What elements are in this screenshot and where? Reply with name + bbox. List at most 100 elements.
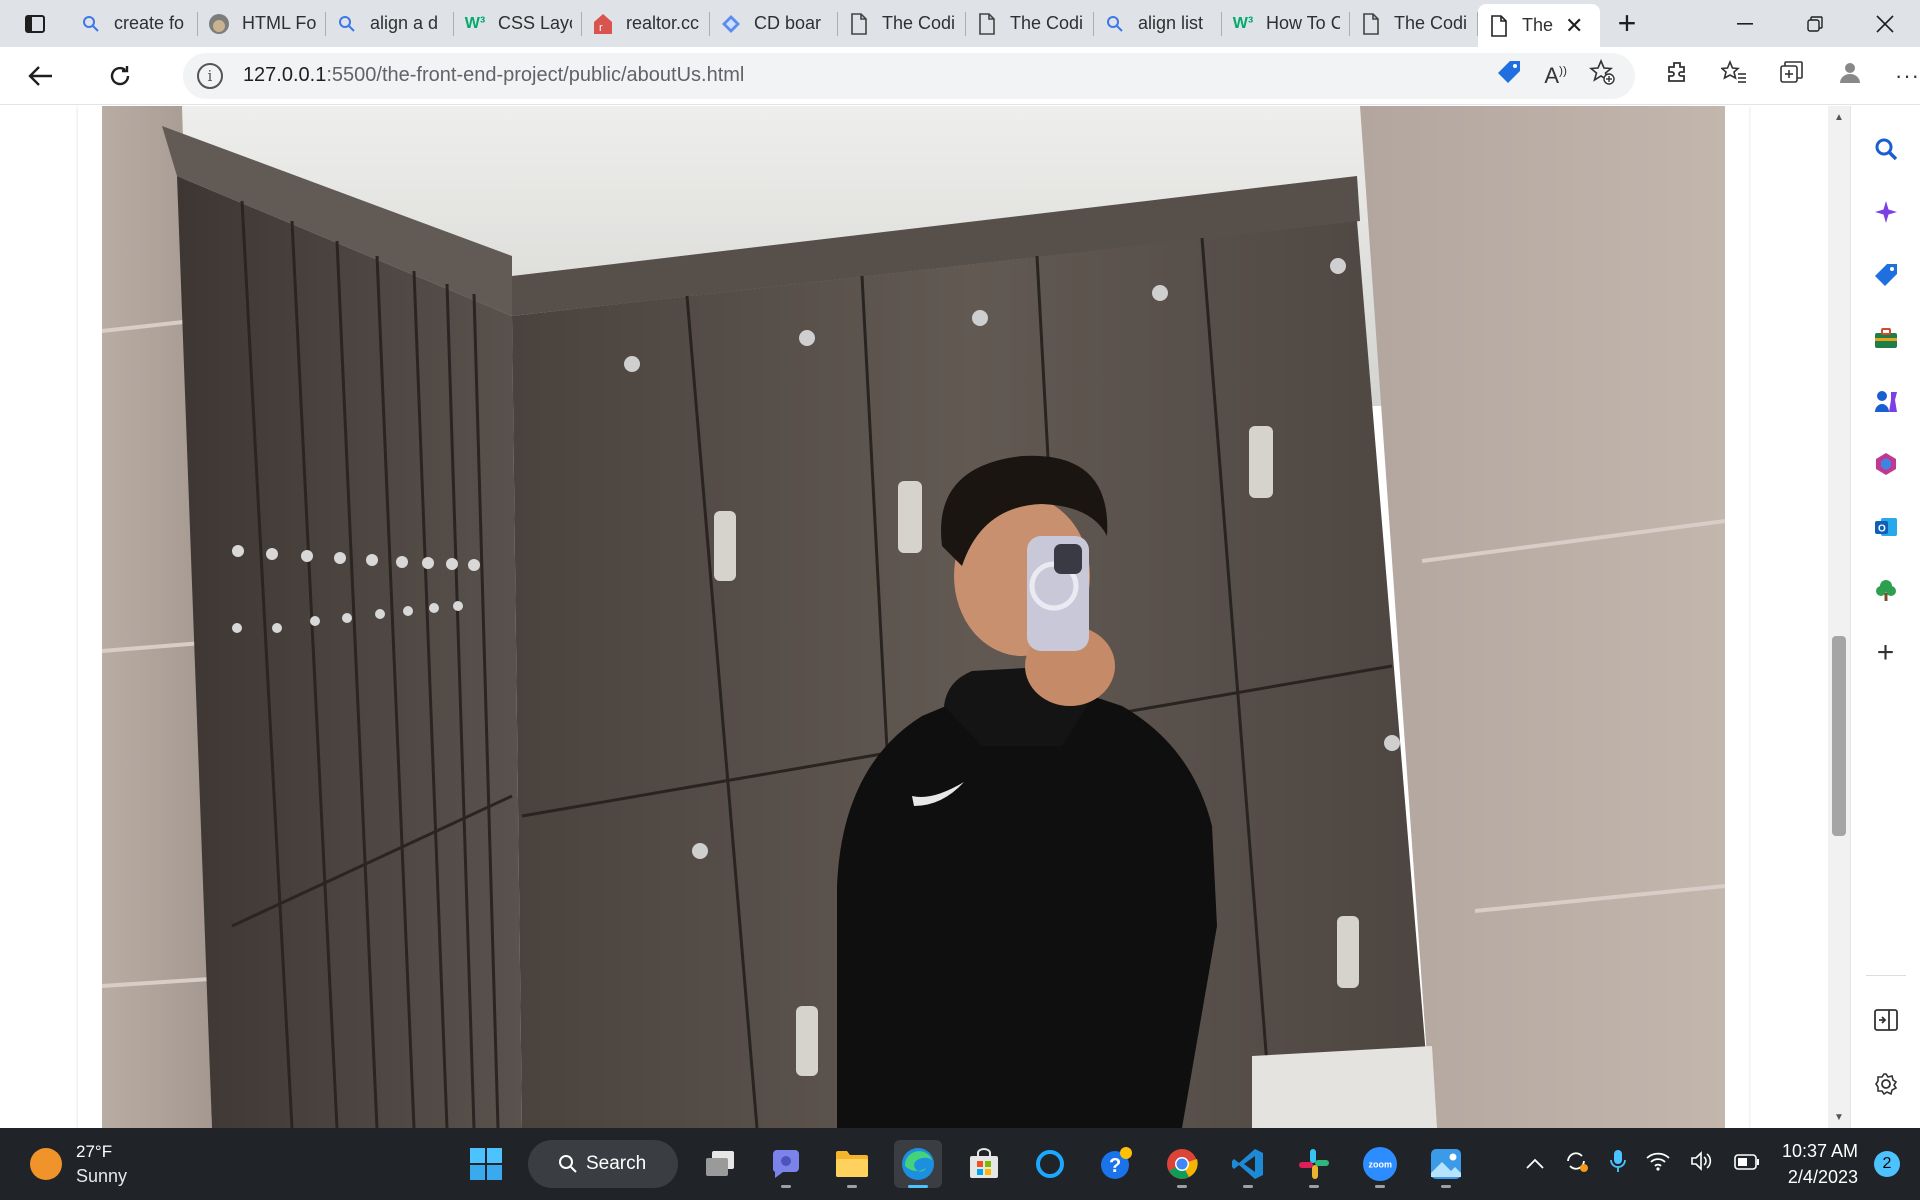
- task-view-icon: [706, 1151, 734, 1176]
- page-scrollbar[interactable]: ▲ ▼: [1828, 106, 1850, 1128]
- system-tray: 10:37 AM 2/4/2023 2: [1526, 1128, 1920, 1200]
- microphone-icon[interactable]: [1610, 1149, 1626, 1179]
- tree-icon[interactable]: [1866, 570, 1906, 610]
- store-icon: [970, 1148, 998, 1178]
- page-icon: [848, 12, 870, 35]
- browser-toolbar: i 127.0.0.1:5500/the-front-end-project/p…: [0, 47, 1920, 105]
- teams-chat-button[interactable]: [762, 1140, 810, 1188]
- tab-align-list[interactable]: align list: [1094, 0, 1222, 47]
- restore-button[interactable]: [1780, 0, 1850, 47]
- slack-button[interactable]: [1290, 1140, 1338, 1188]
- minimize-button[interactable]: [1710, 0, 1780, 47]
- tab-the-coding-2[interactable]: The Codi: [966, 0, 1094, 47]
- tab-realtor[interactable]: r realtor.cc: [582, 0, 710, 47]
- tab-cd-board[interactable]: CD boar: [710, 0, 838, 47]
- tab-label: create fo: [114, 13, 185, 33]
- tab-align-div[interactable]: align a d: [326, 0, 454, 47]
- tab-the-coding-3[interactable]: The Codi: [1350, 0, 1478, 47]
- microsoft-store-button[interactable]: [960, 1140, 1008, 1188]
- folder-icon: [836, 1151, 868, 1177]
- sidebar-settings-icon[interactable]: [1866, 1064, 1906, 1104]
- games-icon[interactable]: [1866, 381, 1906, 421]
- wifi-icon[interactable]: [1646, 1151, 1670, 1177]
- svg-text:r: r: [599, 22, 603, 34]
- zoom-button[interactable]: zoom: [1356, 1140, 1404, 1188]
- tab-how-to[interactable]: W³ How To C: [1222, 0, 1350, 47]
- clock-date: 2/4/2023: [1787, 1167, 1858, 1187]
- profile-icon[interactable]: [1837, 59, 1863, 92]
- scroll-down-icon[interactable]: ▼: [1828, 1106, 1850, 1128]
- page-icon: [1488, 14, 1510, 37]
- chrome-button[interactable]: [1158, 1140, 1206, 1188]
- weather-widget[interactable]: 27°F Sunny: [30, 1140, 127, 1188]
- collections-icon[interactable]: [1779, 60, 1805, 91]
- battery-icon[interactable]: [1734, 1153, 1760, 1176]
- clock[interactable]: 10:37 AM 2/4/2023: [1782, 1138, 1858, 1190]
- tab-html-forms[interactable]: HTML Fo: [198, 0, 326, 47]
- file-explorer-button[interactable]: [828, 1140, 876, 1188]
- scroll-up-icon[interactable]: ▲: [1828, 106, 1850, 128]
- tab-active[interactable]: The ✕: [1478, 4, 1600, 47]
- tab-label: CD boar: [754, 13, 822, 33]
- url-text[interactable]: 127.0.0.1:5500/the-front-end-project/pub…: [243, 64, 744, 87]
- tab-actions-button[interactable]: [0, 0, 70, 47]
- cortana-button[interactable]: [1026, 1140, 1074, 1188]
- refresh-button[interactable]: [93, 48, 146, 104]
- close-tab-icon[interactable]: ✕: [1565, 13, 1583, 39]
- clock-time: 10:37 AM: [1781, 1141, 1858, 1161]
- hide-sidebar-icon[interactable]: [1866, 1000, 1906, 1040]
- tab-css-layout[interactable]: W³ CSS Layo: [454, 0, 582, 47]
- scrollbar-thumb[interactable]: [1832, 636, 1846, 836]
- url-host: 127.0.0.1: [242, 64, 327, 86]
- add-favorite-icon[interactable]: [1588, 58, 1615, 92]
- tab-label: HTML Fo: [242, 13, 316, 33]
- tab-label: The Codi: [882, 13, 956, 33]
- extensions-icon[interactable]: [1665, 60, 1689, 91]
- weather-temperature: 27°F: [76, 1142, 113, 1161]
- office-icon[interactable]: [1866, 444, 1906, 484]
- sync-icon[interactable]: [1564, 1149, 1590, 1179]
- start-button[interactable]: [462, 1140, 510, 1188]
- photos-button[interactable]: [1422, 1140, 1470, 1188]
- tab-label: How To C: [1266, 13, 1340, 33]
- volume-icon[interactable]: [1690, 1150, 1714, 1178]
- search-icon: [559, 1155, 577, 1173]
- about-card: [78, 106, 1749, 1128]
- more-options-icon[interactable]: ···: [1895, 63, 1920, 89]
- tab-label: The Codi: [1010, 13, 1084, 33]
- chevron-up-icon[interactable]: [1526, 1153, 1544, 1176]
- vscode-button[interactable]: [1224, 1140, 1272, 1188]
- favorites-icon[interactable]: [1720, 59, 1747, 91]
- edge-button[interactable]: [894, 1140, 942, 1188]
- tab-the-coding-1[interactable]: The Codi: [838, 0, 966, 47]
- taskbar-apps: Search ? zoom: [462, 1128, 1470, 1200]
- realtor-icon: r: [592, 13, 614, 35]
- notification-badge[interactable]: 2: [1874, 1151, 1900, 1177]
- tools-icon[interactable]: [1866, 318, 1906, 358]
- discover-sparkle-icon[interactable]: [1866, 192, 1906, 232]
- close-window-button[interactable]: [1850, 0, 1920, 47]
- tab-create-form[interactable]: create fo: [70, 0, 198, 47]
- outlook-icon[interactable]: O: [1866, 507, 1906, 547]
- weather-description: Sunny: [76, 1166, 128, 1186]
- back-arrow-icon: [28, 65, 52, 86]
- task-view-button[interactable]: [696, 1140, 744, 1188]
- back-button[interactable]: [14, 48, 67, 104]
- shopping-icon[interactable]: [1866, 255, 1906, 295]
- read-aloud-icon[interactable]: A)): [1544, 63, 1567, 89]
- taskbar-search[interactable]: Search: [528, 1140, 678, 1188]
- url-path: :5500/the-front-end-project/public/about…: [326, 64, 745, 86]
- tab-label: align list: [1138, 13, 1204, 33]
- search-icon[interactable]: [1866, 129, 1906, 169]
- edge-icon: [902, 1148, 934, 1180]
- windows-logo-icon: [470, 1148, 502, 1180]
- add-sidebar-app-icon[interactable]: +: [1866, 633, 1906, 673]
- tips-button[interactable]: ?: [1092, 1140, 1140, 1188]
- shopping-tag-icon[interactable]: [1496, 59, 1522, 92]
- site-info-icon[interactable]: i: [196, 62, 223, 89]
- running-indicator: [1441, 1185, 1451, 1188]
- cortana-icon: [1036, 1150, 1064, 1178]
- address-bar[interactable]: i 127.0.0.1:5500/the-front-end-project/p…: [182, 52, 1635, 99]
- search-icon: [80, 13, 102, 35]
- new-tab-button[interactable]: +: [1600, 0, 1654, 47]
